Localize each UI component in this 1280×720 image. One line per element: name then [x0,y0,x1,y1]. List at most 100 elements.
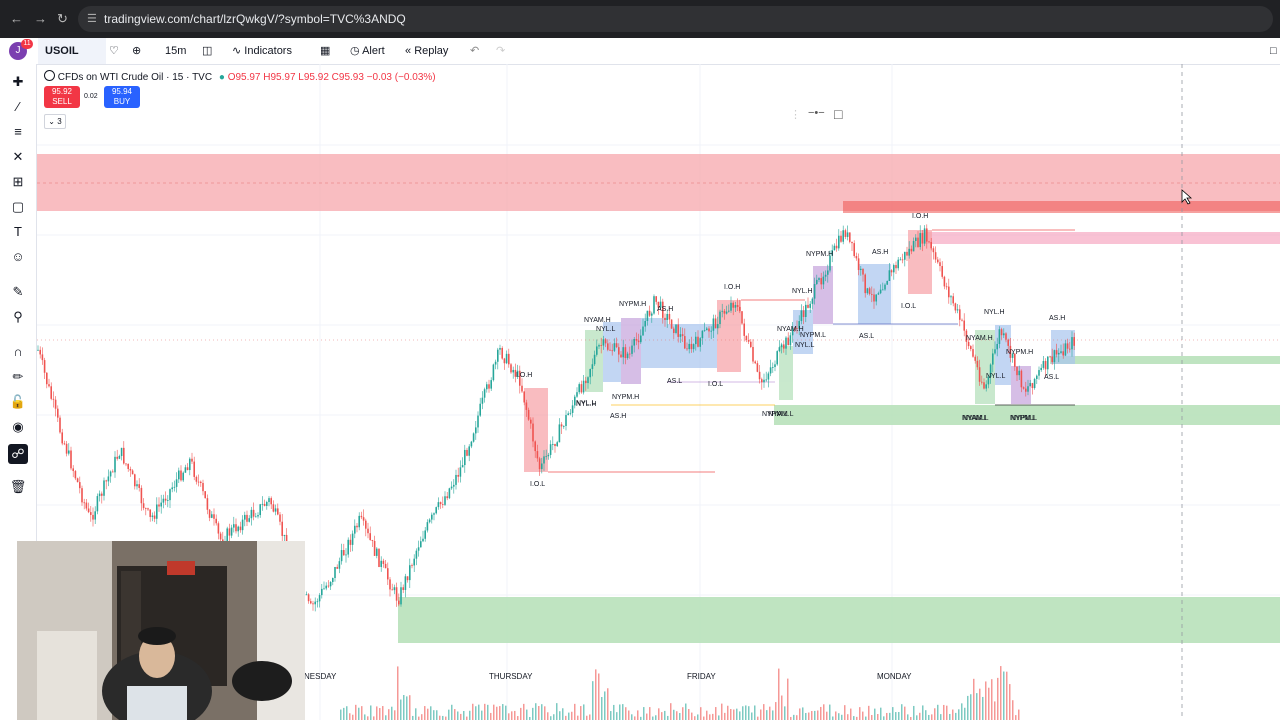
candle-body [956,309,959,311]
site-settings-icon[interactable]: ☰ [87,6,97,32]
candle-body [873,294,875,302]
candle-body [134,474,136,487]
candle-body [620,354,622,358]
volume-bar [637,710,639,720]
session-label: AS.L [667,378,682,385]
volume-bar [799,708,801,720]
legend-title[interactable]: CFDs on WTI Crude Oil · 15 · TVC [58,72,212,83]
replay-button[interactable]: « Replay [405,38,448,64]
volume-bar [967,695,969,720]
alert-button[interactable]: ◷ Alert [350,38,385,64]
volume-bar [631,714,633,720]
candle-body [1055,350,1058,355]
ohlc-values: O95.97 H95.97 L95.92 C95.93 −0.03 (−0.03… [227,72,436,83]
volume-bar [445,716,447,720]
candle-body [395,587,398,601]
draw-mode-icon[interactable]: ✏ [8,367,28,387]
candle-body [730,302,732,311]
volume-bar [919,712,921,720]
zoom-icon[interactable]: ⚲ [8,307,28,327]
forward-icon[interactable]: → [34,11,47,26]
volume-bar [901,704,903,720]
back-icon[interactable]: ← [10,11,23,26]
volume-bar [442,715,444,720]
drag-handle-icon[interactable]: ⋮ [790,108,801,121]
layout-icon[interactable]: □ [1270,38,1277,64]
candle-body [851,241,853,244]
crosshair-icon[interactable]: ✚ [8,72,28,92]
candle-body [59,417,61,433]
volume-bar [1015,715,1017,720]
candle-body [1018,370,1020,376]
candle-body [761,379,763,383]
candle-body [666,313,668,321]
magnet-icon[interactable]: ∩ [8,342,28,362]
add-symbol-icon[interactable]: ⊕ [132,38,141,64]
volume-bar [514,710,516,720]
session-label: NYL.L [576,400,596,407]
redo-icon[interactable]: ↷ [496,38,505,64]
symbol-search-button[interactable]: USOIL [38,38,106,64]
candle-body [347,539,349,555]
sell-button[interactable]: 95.92 SELL [44,86,80,108]
candle-body [589,368,591,378]
eye-icon[interactable]: ◉ [8,417,28,437]
candle-body [1047,356,1049,370]
replay-icon: « [405,45,412,57]
chart-type-icon[interactable]: ◫ [202,38,212,64]
templates-icon[interactable]: ▦ [320,38,330,64]
supply-zone-2 [843,201,1280,213]
trend-line-icon[interactable]: ∕ [8,97,28,117]
candle-body [679,334,682,337]
reload-icon[interactable]: ↻ [57,11,68,27]
candle-body [510,364,512,373]
link-icon[interactable]: ☍ [8,444,28,464]
candle-body [1066,343,1069,349]
address-bar[interactable]: ☰ tradingview.com/chart/lzrQwkgV/?symbol… [78,6,1273,32]
volume-bar [769,706,771,720]
volume-bar [607,688,609,720]
compare-icon[interactable]: ♡ [109,38,119,64]
candle-body [842,230,844,242]
volume-bar [823,704,825,720]
candle-body [39,349,41,355]
candle-body [827,270,829,275]
candle-body [94,511,96,520]
text-icon[interactable]: T [8,222,28,242]
replay-label: Replay [414,45,449,57]
shapes-icon[interactable]: ▢ [8,197,28,217]
candle-body [523,391,525,403]
pattern-icon[interactable]: ✕ [8,147,28,167]
interval-button[interactable]: 15m [165,38,186,64]
emoji-icon[interactable]: ☺ [8,247,28,267]
indicators-button[interactable]: ∿ Indicators [232,38,292,64]
candle-body [457,474,459,477]
indicators-collapse-button[interactable]: ⌄ 3 [44,114,66,129]
volume-bar [460,713,462,720]
session-label: NYAM.L [768,411,794,418]
forecast-icon[interactable]: ⊞ [8,172,28,192]
lock-icon[interactable]: 🔓 [8,392,28,412]
fib-icon[interactable]: ≡ [8,122,28,142]
volume-bar [907,714,909,720]
volume-bar [619,704,621,720]
candle-body [343,550,345,556]
volume-bar [424,706,426,720]
volume-bar [826,711,828,720]
rectangle-tool-icon[interactable]: □ [834,106,842,122]
volume-bar [706,710,708,720]
session-label: I.O.L [530,481,545,488]
line-tool-icon[interactable]: −•− [808,107,825,119]
ruler-icon[interactable]: ✎ [8,282,28,302]
candle-body [853,243,855,257]
candle-body [494,361,497,365]
candle-body [420,541,422,548]
undo-icon[interactable]: ↶ [470,38,479,64]
candle-body [943,276,946,287]
volume-bar [883,716,885,720]
buy-button[interactable]: 95.94 BUY [104,86,140,108]
volume-bars [340,666,1020,720]
candle-body [576,392,578,397]
candle-body [68,450,70,454]
trash-icon[interactable]: 🗑 [8,477,28,497]
